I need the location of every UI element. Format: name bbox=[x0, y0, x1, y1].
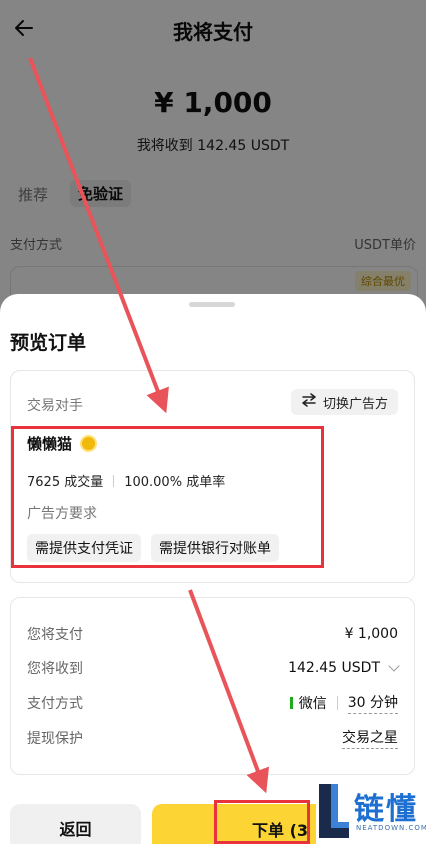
sheet-title: 预览订单 bbox=[10, 332, 87, 354]
method-row: 支付方式 微信 30 分钟 bbox=[27, 691, 398, 715]
chevron-down-icon bbox=[388, 660, 400, 672]
watermark: 链懂 NEATDOWN.COM bbox=[316, 778, 426, 844]
method-name: 微信 bbox=[298, 696, 327, 712]
pay-value: ¥ 1,000 bbox=[344, 626, 398, 642]
pay-row: 您将支付 ¥ 1,000 bbox=[27, 622, 398, 646]
receive-value-text: 142.45 USDT bbox=[288, 660, 380, 676]
annotation-highlight-box bbox=[11, 426, 324, 568]
screen: 我将支付 ¥ 1,000 我将收到 142.45 USDT 推荐 免验证 支付方… bbox=[0, 0, 426, 844]
method-label: 支付方式 bbox=[27, 696, 83, 712]
watermark-text: 链懂 bbox=[354, 792, 418, 827]
sheet-grabber[interactable] bbox=[189, 302, 235, 307]
divider bbox=[336, 696, 338, 710]
annotation-order-highlight bbox=[214, 800, 310, 844]
wechat-indicator-icon bbox=[289, 697, 293, 709]
pay-label: 您将支付 bbox=[27, 627, 83, 643]
preview-order-sheet: 预览订单 交易对手 切换广告方 懒懒猫 7625 成交量 100.00% 成单率… bbox=[0, 294, 426, 844]
receive-label: 您将收到 bbox=[27, 661, 83, 677]
receive-row[interactable]: 您将收到 142.45 USDT bbox=[27, 656, 400, 680]
switch-advertiser-button[interactable]: 切换广告方 bbox=[290, 389, 398, 415]
protection-row: 提现保护 交易之星 bbox=[27, 726, 398, 750]
protection-value[interactable]: 交易之星 bbox=[342, 727, 398, 749]
order-details-card: 您将支付 ¥ 1,000 您将收到 142.45 USDT 支付方式 微信 30… bbox=[10, 597, 415, 775]
method-value: 微信 30 分钟 bbox=[289, 692, 398, 714]
counterparty-label: 交易对手 bbox=[27, 398, 83, 414]
watermark-logo-icon bbox=[319, 784, 349, 838]
switch-advertiser-label: 切换广告方 bbox=[322, 396, 388, 412]
watermark-subtext: NEATDOWN.COM bbox=[356, 824, 426, 832]
protection-label: 提现保护 bbox=[27, 731, 83, 747]
payment-time-limit[interactable]: 30 分钟 bbox=[347, 692, 398, 714]
return-button[interactable]: 返回 bbox=[10, 804, 141, 844]
swap-icon bbox=[301, 393, 317, 411]
receive-value[interactable]: 142.45 USDT bbox=[288, 660, 400, 676]
